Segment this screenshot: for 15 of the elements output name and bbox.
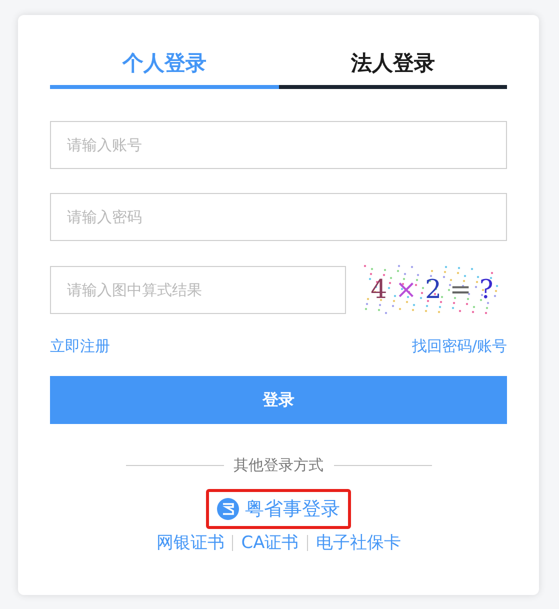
input-field[interactable]: 请输入密码 — [50, 193, 507, 241]
app-login-link[interactable]: 粤省事登录 — [206, 489, 351, 529]
divider-label: 其他登录方式 — [234, 456, 324, 475]
captcha-input-field[interactable]: 请输入图中算式结果 — [50, 266, 346, 314]
register-link[interactable]: 立即注册 — [50, 337, 110, 356]
login-method-link[interactable]: 网银证书 — [156, 531, 224, 554]
login-method-link[interactable]: CA证书 — [241, 531, 299, 554]
login-method-link[interactable]: 电子社保卡 — [316, 531, 401, 554]
recover-link[interactable]: 找回密码/账号 — [412, 337, 507, 356]
login-tab[interactable]: 个人登录 — [50, 45, 278, 89]
app-logo-icon — [217, 498, 239, 520]
login-button[interactable]: 登录 — [50, 376, 507, 424]
captcha-image[interactable]: 4 × 2 = ? — [364, 265, 500, 315]
input-field[interactable]: 请输入账号 — [50, 121, 507, 169]
login-tab[interactable]: 法人登录 — [278, 45, 507, 89]
